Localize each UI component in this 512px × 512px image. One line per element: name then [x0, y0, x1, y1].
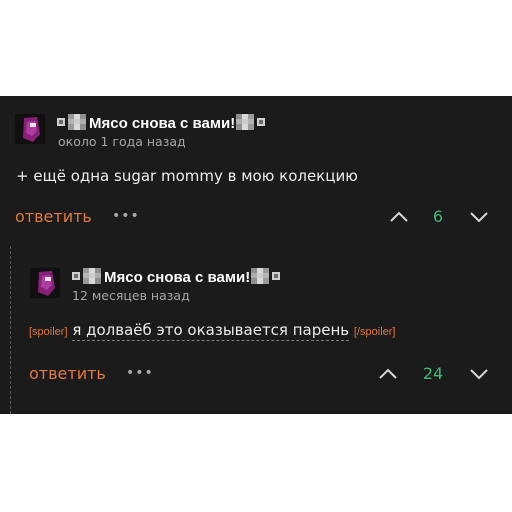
reply-button[interactable]: ответить	[15, 207, 92, 227]
upvote-chevron-icon[interactable]	[377, 364, 399, 384]
timestamp: около 1 года назад	[58, 134, 186, 149]
comment-reply: Мясо снова с вами! 12 месяцев назад [spo…	[0, 246, 512, 414]
checker-decoration-icon	[251, 268, 281, 284]
more-dots-icon[interactable]: •••	[126, 363, 154, 383]
checker-decoration-icon	[72, 268, 101, 284]
score: 6	[432, 207, 444, 226]
upvote-chevron-icon[interactable]	[388, 207, 410, 227]
avatar[interactable]	[15, 114, 45, 144]
comments-panel: Мясо снова с вами! около 1 года назад + …	[0, 96, 512, 414]
avatar[interactable]	[30, 268, 60, 298]
spoiler-close-tag: [/spoiler]	[353, 326, 396, 338]
spoiler-open-tag: [spoiler]	[29, 326, 68, 338]
checker-decoration-icon	[57, 114, 86, 130]
comment-text: + ещё одна sugar mommy в мою колекцию	[16, 167, 358, 185]
comment-text: [spoiler] я долваёб это оказывается паре…	[29, 320, 395, 342]
username-text: Мясо снова с вами!	[104, 269, 251, 286]
spoiler-content[interactable]: я долваёб это оказывается парень	[72, 321, 350, 341]
downvote-chevron-icon[interactable]	[468, 207, 490, 227]
username-text: Мясо снова с вами!	[89, 115, 236, 132]
score: 24	[422, 364, 444, 383]
username[interactable]: Мясо снова с вами!	[55, 114, 269, 133]
more-dots-icon[interactable]: •••	[112, 206, 140, 226]
checker-decoration-icon	[236, 114, 266, 130]
username[interactable]: Мясо снова с вами!	[70, 268, 284, 287]
reply-button[interactable]: ответить	[29, 364, 106, 384]
downvote-chevron-icon[interactable]	[468, 364, 490, 384]
comment: Мясо снова с вами! около 1 года назад + …	[0, 96, 512, 246]
timestamp: 12 месяцев назад	[72, 288, 190, 303]
